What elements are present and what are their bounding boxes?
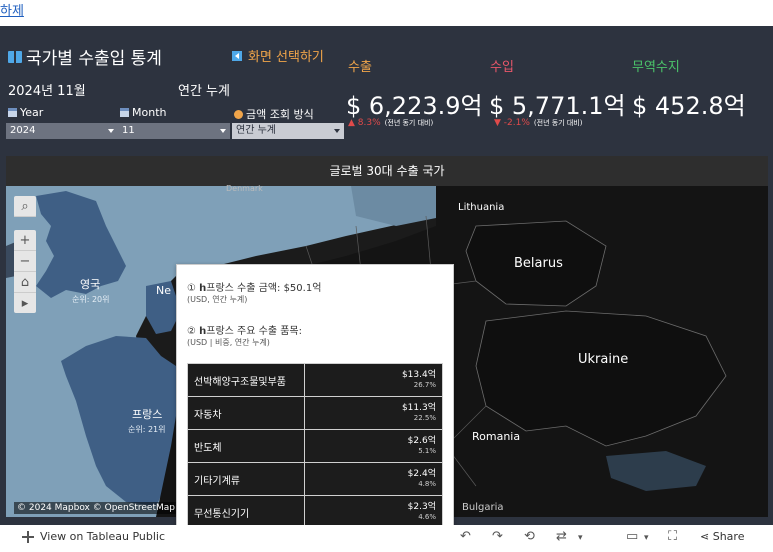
chevron-down-icon[interactable]: ▾: [578, 533, 583, 543]
calendar-icon: [120, 108, 129, 117]
cumulative-label: 연간 누계: [178, 84, 230, 99]
year-select[interactable]: 2024: [6, 123, 118, 139]
expand-arrow-icon[interactable]: ▸: [14, 293, 36, 313]
table-row: 반도체 $2.6억 5.1%: [187, 429, 443, 463]
tooltip-export-unit: (USD, 연간 누계): [187, 295, 248, 304]
table-row: 무선통신기기 $2.3억 4.6%: [187, 495, 443, 529]
tableau-toolbar: View on Tableau Public ↶ ↷ ⟲ ⇄ ▾ ▭ ▾ ⛶ ⋖…: [0, 525, 773, 552]
item-name: 기타기계류: [187, 462, 305, 496]
item-name: 무선통신기기: [187, 495, 305, 529]
item-amount: $2.6억 5.1%: [304, 429, 443, 463]
map-label-ukraine: Ukraine: [578, 352, 629, 367]
map-heading: 글로벌 30대 수출 국가: [6, 156, 768, 186]
uk-country-label[interactable]: 영국: [80, 276, 100, 292]
money-bag-icon: [234, 109, 243, 119]
table-row: 기타기계류 $2.4억 4.8%: [187, 462, 443, 496]
balance-label: 무역수지: [632, 60, 680, 75]
redo-icon[interactable]: ↷: [492, 529, 503, 544]
mode-filter-label: 금액 조회 방식: [234, 106, 314, 122]
play-icon: [232, 50, 242, 61]
dashboard-title-text: 국가별 수출입 통계: [26, 49, 162, 69]
map-label-lithuania: Lithuania: [458, 202, 505, 213]
tooltip-items-table: 선박해양구조물및부품 $13.4억 26.7% 자동차 $11.3억 22.5% 반…: [187, 363, 443, 529]
import-label: 수입: [490, 60, 514, 75]
map-tooltip: ① 𝗵프랑스 수출 금액: $50.1억 (USD, 연간 누계) ② 𝗵프랑스…: [176, 264, 454, 548]
download-icon[interactable]: ▭: [626, 529, 638, 544]
item-amount: $2.4억 4.8%: [304, 462, 443, 496]
tooltip-items-unit: (USD | 비중, 연간 누계): [187, 338, 270, 347]
map-copyright: © 2024 Mapbox © OpenStreetMap: [14, 502, 178, 514]
screen-switch-button[interactable]: 화면 선택하기: [232, 46, 324, 65]
item-name: 반도체: [187, 429, 305, 463]
month-select[interactable]: 11: [118, 123, 230, 139]
export-label: 수출: [348, 60, 372, 75]
tooltip-export-line: ① 𝗵프랑스 수출 금액: $50.1억: [187, 283, 322, 294]
zoom-in-button[interactable]: +: [14, 230, 36, 251]
refresh-icon[interactable]: ⇄: [556, 529, 567, 544]
table-row: 선박해양구조물및부품 $13.4억 26.7%: [187, 363, 443, 397]
map-label-ne: Ne: [156, 284, 171, 297]
top-link[interactable]: 하제: [0, 0, 24, 19]
month-filter-label: Month: [120, 106, 166, 119]
table-row: 자동차 $11.3억 22.5%: [187, 396, 443, 430]
tableau-logo-icon: [22, 530, 34, 543]
calendar-icon: [8, 108, 17, 117]
item-amount: $11.3억 22.5%: [304, 396, 443, 430]
item-name: 선박해양구조물및부품: [187, 363, 305, 397]
map-label-belarus: Belarus: [514, 256, 563, 271]
map-label-romania: Romania: [472, 430, 521, 443]
map-zoom-controls: ⌕: [14, 196, 36, 217]
view-on-tableau-link[interactable]: View on Tableau Public: [22, 530, 165, 543]
screen-switch-label: 화면 선택하기: [248, 50, 324, 65]
balance-value: $ 452.8억: [632, 92, 746, 120]
zoom-out-button[interactable]: −: [14, 251, 36, 272]
export-value: $ 6,223.9억: [346, 92, 483, 120]
book-icon: [8, 50, 22, 63]
item-amount: $13.4억 26.7%: [304, 363, 443, 397]
chevron-down-icon[interactable]: ▾: [644, 533, 649, 543]
chevron-down-icon: [108, 129, 114, 133]
import-change: ▼ -2.1% (전년 동기 대비): [494, 118, 583, 128]
year-filter-label: Year: [8, 106, 43, 119]
item-amount: $2.3억 4.6%: [304, 495, 443, 529]
period-label: 2024년 11월: [8, 84, 86, 99]
fullscreen-icon[interactable]: ⛶: [668, 529, 677, 544]
map-nav-controls: + − ⌂ ▸: [14, 230, 36, 313]
map-search-button[interactable]: ⌕: [14, 196, 36, 217]
mode-select[interactable]: 연간 누계: [232, 123, 344, 139]
uk-rank-label: 순위: 20위: [72, 295, 110, 304]
chevron-down-icon: [334, 129, 340, 133]
dashboard-title: 국가별 수출입 통계: [8, 44, 162, 69]
share-button[interactable]: ⋖ Share: [700, 530, 744, 543]
france-rank-label: 순위: 21위: [128, 425, 166, 434]
map-label-denmark: Denmark: [226, 184, 263, 193]
map-label-bulgaria: Bulgaria: [462, 502, 504, 513]
import-value: $ 5,771.1억: [489, 92, 626, 120]
undo-icon[interactable]: ↶: [460, 529, 471, 544]
revert-icon[interactable]: ⟲: [524, 529, 535, 544]
share-icon: ⋖: [700, 530, 713, 543]
france-country-label[interactable]: 프랑스: [132, 406, 162, 422]
item-name: 자동차: [187, 396, 305, 430]
chevron-down-icon: [220, 129, 226, 133]
tooltip-items-line: ② 𝗵프랑스 주요 수출 품목:: [187, 326, 302, 337]
home-icon[interactable]: ⌂: [14, 272, 36, 293]
export-change: ▲ 8.3% (전년 동기 대비): [348, 118, 434, 128]
